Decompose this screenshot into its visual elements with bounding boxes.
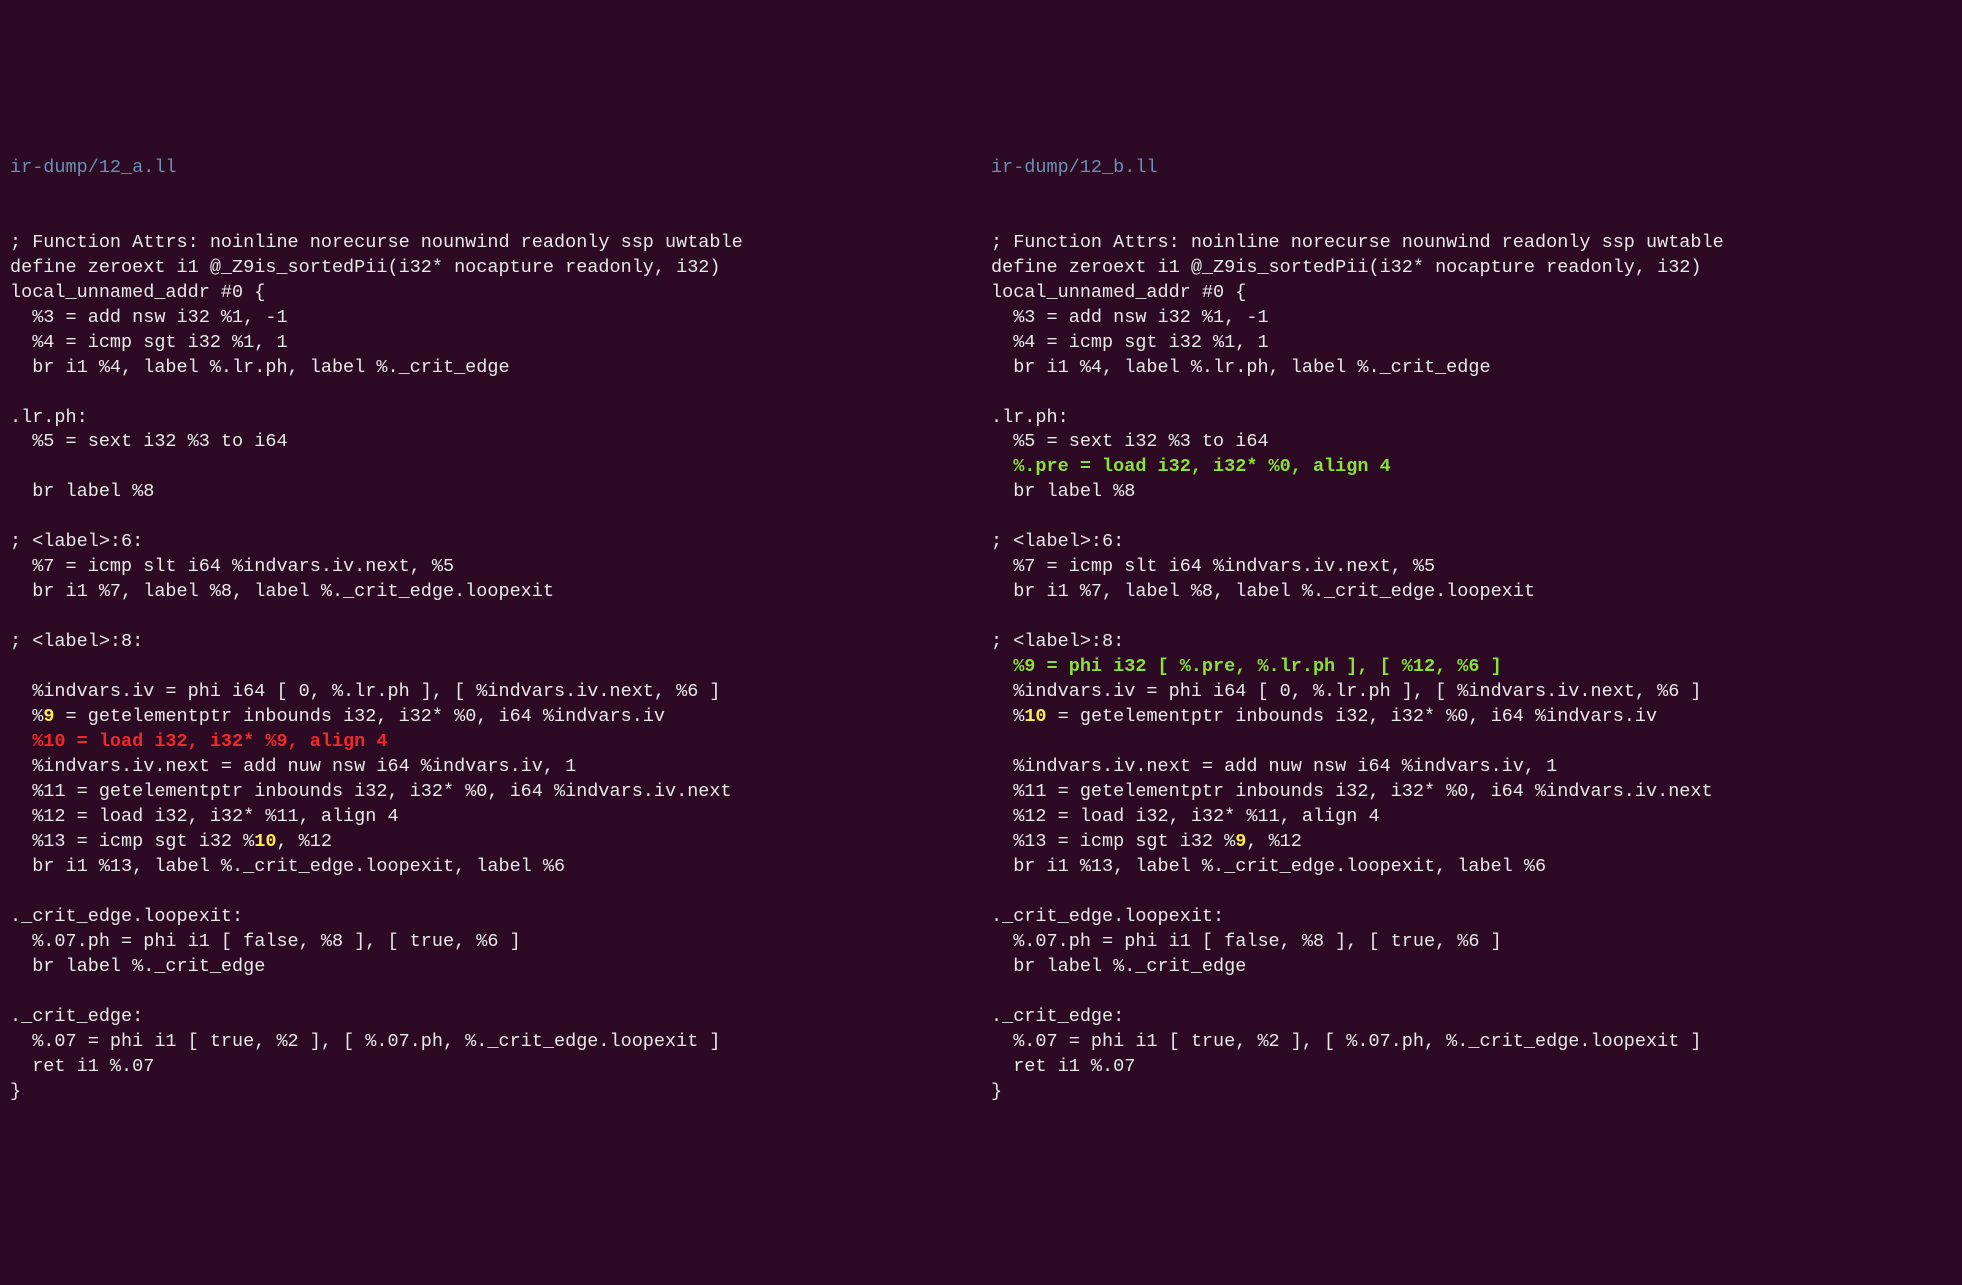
code-line: %12 = load i32, i32* %11, align 4 (10, 805, 971, 830)
code-line: br i1 %7, label %8, label %._crit_edge.l… (991, 580, 1952, 605)
code-line: ret i1 %.07 (10, 1055, 971, 1080)
code-line (991, 505, 1952, 530)
code-line: %4 = icmp sgt i32 %1, 1 (991, 331, 1952, 356)
right-pane: ir-dump/12_b.ll ; Function Attrs: noinli… (991, 106, 1952, 1155)
code-line: br i1 %13, label %._crit_edge.loopexit, … (10, 855, 971, 880)
code-line: %indvars.iv.next = add nuw nsw i64 %indv… (10, 755, 971, 780)
code-line: %7 = icmp slt i64 %indvars.iv.next, %5 (10, 555, 971, 580)
code-line (10, 880, 971, 905)
code-line (991, 730, 1952, 755)
code-line: %indvars.iv = phi i64 [ 0, %.lr.ph ], [ … (991, 680, 1952, 705)
code-line: %11 = getelementptr inbounds i32, i32* %… (10, 780, 971, 805)
code-line: ; Function Attrs: noinline norecurse nou… (991, 231, 1952, 256)
code-line: ._crit_edge: (10, 1005, 971, 1030)
right-code: ; Function Attrs: noinline norecurse nou… (991, 231, 1952, 1105)
code-line: %5 = sext i32 %3 to i64 (10, 430, 971, 455)
code-line: br label %._crit_edge (10, 955, 971, 980)
code-line: local_unnamed_addr #0 { (991, 281, 1952, 306)
code-segment: 9 (43, 706, 54, 727)
code-segment: %13 = icmp sgt i32 % (991, 831, 1235, 852)
code-line: br i1 %4, label %.lr.ph, label %._crit_e… (10, 356, 971, 381)
code-line: %11 = getelementptr inbounds i32, i32* %… (991, 780, 1952, 805)
code-line: ._crit_edge.loopexit: (10, 905, 971, 930)
code-line (991, 381, 1952, 406)
code-line: %.pre = load i32, i32* %0, align 4 (991, 455, 1952, 480)
code-line: %13 = icmp sgt i32 %10, %12 (10, 830, 971, 855)
code-segment: , %12 (276, 831, 332, 852)
code-line (10, 605, 971, 630)
code-line: %indvars.iv.next = add nuw nsw i64 %indv… (991, 755, 1952, 780)
code-line: %9 = phi i32 [ %.pre, %.lr.ph ], [ %12, … (991, 655, 1952, 680)
code-line: %4 = icmp sgt i32 %1, 1 (10, 331, 971, 356)
code-segment: %13 = icmp sgt i32 % (10, 831, 254, 852)
code-line: %3 = add nsw i32 %1, -1 (10, 306, 971, 331)
code-line: .lr.ph: (10, 406, 971, 431)
code-line: %3 = add nsw i32 %1, -1 (991, 306, 1952, 331)
code-line: %12 = load i32, i32* %11, align 4 (991, 805, 1952, 830)
code-line (10, 505, 971, 530)
diff-container: ir-dump/12_a.ll ; Function Attrs: noinli… (10, 106, 1952, 1155)
code-line: define zeroext i1 @_Z9is_sortedPii(i32* … (10, 256, 971, 281)
right-filename: ir-dump/12_b.ll (991, 156, 1952, 181)
code-line: %5 = sext i32 %3 to i64 (991, 430, 1952, 455)
code-line: br i1 %7, label %8, label %._crit_edge.l… (10, 580, 971, 605)
code-line: ret i1 %.07 (991, 1055, 1952, 1080)
code-line: br i1 %13, label %._crit_edge.loopexit, … (991, 855, 1952, 880)
code-line: } (991, 1080, 1952, 1105)
code-segment: 10 (254, 831, 276, 852)
code-line: ; Function Attrs: noinline norecurse nou… (10, 231, 971, 256)
code-line: ; <label>:8: (991, 630, 1952, 655)
code-segment: = getelementptr inbounds i32, i32* %0, i… (54, 706, 665, 727)
code-segment: 9 (1235, 831, 1246, 852)
code-segment: % (991, 706, 1024, 727)
code-line (10, 381, 971, 406)
code-line: %13 = icmp sgt i32 %9, %12 (991, 830, 1952, 855)
code-line: %.07 = phi i1 [ true, %2 ], [ %.07.ph, %… (10, 1030, 971, 1055)
code-line: ; <label>:6: (991, 530, 1952, 555)
code-segment: = getelementptr inbounds i32, i32* %0, i… (1047, 706, 1658, 727)
code-line (991, 880, 1952, 905)
code-line: local_unnamed_addr #0 { (10, 281, 971, 306)
code-line: ._crit_edge: (991, 1005, 1952, 1030)
code-line (10, 455, 971, 480)
code-line: define zeroext i1 @_Z9is_sortedPii(i32* … (991, 256, 1952, 281)
code-line: br label %._crit_edge (991, 955, 1952, 980)
code-line: %10 = load i32, i32* %9, align 4 (10, 730, 971, 755)
code-line (991, 605, 1952, 630)
code-line: br label %8 (991, 480, 1952, 505)
code-line: ._crit_edge.loopexit: (991, 905, 1952, 930)
code-line: %9 = getelementptr inbounds i32, i32* %0… (10, 705, 971, 730)
code-line: ; <label>:6: (10, 530, 971, 555)
code-line: %.07.ph = phi i1 [ false, %8 ], [ true, … (991, 930, 1952, 955)
left-pane: ir-dump/12_a.ll ; Function Attrs: noinli… (10, 106, 971, 1155)
code-segment: , %12 (1246, 831, 1302, 852)
code-line: %.07 = phi i1 [ true, %2 ], [ %.07.ph, %… (991, 1030, 1952, 1055)
code-line: ; <label>:8: (10, 630, 971, 655)
left-code: ; Function Attrs: noinline norecurse nou… (10, 231, 971, 1105)
code-line (991, 980, 1952, 1005)
code-line: } (10, 1080, 971, 1105)
code-line: %.07.ph = phi i1 [ false, %8 ], [ true, … (10, 930, 971, 955)
code-line: br i1 %4, label %.lr.ph, label %._crit_e… (991, 356, 1952, 381)
code-line (10, 980, 971, 1005)
code-line: %7 = icmp slt i64 %indvars.iv.next, %5 (991, 555, 1952, 580)
code-line: .lr.ph: (991, 406, 1952, 431)
code-line: %10 = getelementptr inbounds i32, i32* %… (991, 705, 1952, 730)
code-line: %indvars.iv = phi i64 [ 0, %.lr.ph ], [ … (10, 680, 971, 705)
code-segment: % (10, 706, 43, 727)
left-filename: ir-dump/12_a.ll (10, 156, 971, 181)
code-segment: 10 (1024, 706, 1046, 727)
code-line (10, 655, 971, 680)
code-line: br label %8 (10, 480, 971, 505)
